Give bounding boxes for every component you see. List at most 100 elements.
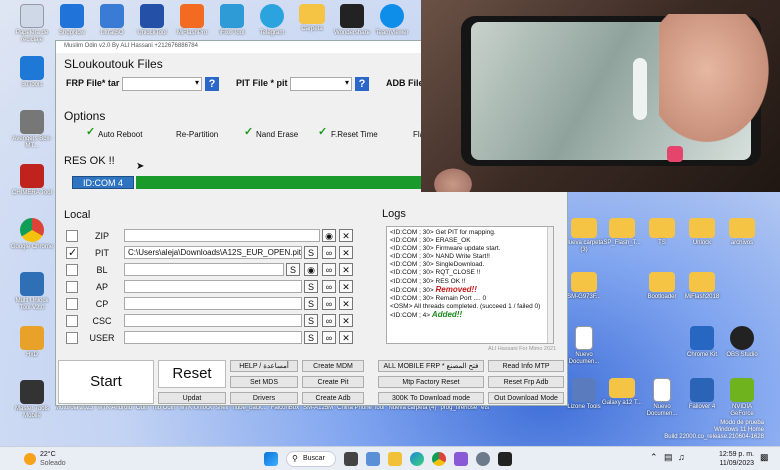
desktop-icon-folder-unlock[interactable]: Unlock bbox=[680, 218, 724, 247]
csc-path-field[interactable] bbox=[124, 314, 302, 327]
desktop-file-label[interactable]: Nueva carpeta (4) bbox=[388, 405, 436, 415]
desktop-icon-unlocktool[interactable]: UnlockTool bbox=[130, 4, 174, 37]
windows-start-icon[interactable] bbox=[264, 452, 278, 466]
desktop-icon-hxd[interactable]: HxD bbox=[10, 326, 54, 359]
desktop-icon-folder-bootloader[interactable]: Bootloader bbox=[640, 272, 684, 301]
desktop-file-label[interactable]: MTK Android bbox=[97, 405, 132, 415]
desktop-icon-ultraiso[interactable]: UltraISO bbox=[90, 4, 134, 37]
bl-path-field[interactable] bbox=[124, 263, 284, 276]
cp-path-field[interactable] bbox=[124, 297, 302, 310]
volume-icon[interactable]: ♫ bbox=[678, 452, 685, 462]
frp-help-button[interactable]: ? bbox=[205, 77, 219, 91]
cp-link-button[interactable]: ∞ bbox=[322, 297, 336, 310]
reset-button[interactable]: Reset bbox=[158, 360, 226, 388]
csc-checkbox[interactable] bbox=[66, 315, 78, 327]
pit-clear-button[interactable]: ✕ bbox=[339, 246, 353, 259]
desktop-icon-galaxy[interactable]: Galaxy a12 T... bbox=[600, 378, 644, 407]
all-mobile-frp-button[interactable]: ALL MOBILE FRP * فتح المصنع bbox=[378, 360, 484, 372]
desktop-icon-miflash[interactable]: MiFlashPro bbox=[170, 4, 214, 37]
task-view-icon[interactable] bbox=[344, 452, 358, 466]
option-repartition[interactable]: Re-Partition bbox=[176, 130, 218, 139]
desktop-icon-chromekit[interactable]: Chrome Kit bbox=[680, 326, 724, 359]
chrome-taskbar-icon[interactable] bbox=[432, 452, 446, 466]
desktop-file-label[interactable]: MTK Unlock bbox=[179, 405, 212, 415]
bl-target-button[interactable]: ◉ bbox=[304, 263, 318, 276]
desktop-icon-ifixit[interactable]: iFixit Tool bbox=[210, 4, 254, 37]
cp-clear-button[interactable]: ✕ bbox=[339, 297, 353, 310]
zip-target-button[interactable]: ◉ bbox=[322, 229, 336, 242]
desktop-file-label[interactable]: FalconBox bbox=[271, 405, 299, 415]
bl-checkbox[interactable] bbox=[66, 264, 78, 276]
user-checkbox[interactable] bbox=[66, 332, 78, 344]
csc-link-button[interactable]: ∞ bbox=[322, 314, 336, 327]
desktop-icon-doc-nuevo2[interactable]: Nuevo Documen... bbox=[640, 378, 684, 418]
desktop-icon-folder-miflash[interactable]: MiFlash2018 bbox=[680, 272, 724, 301]
desktop-icon-nvidia[interactable]: NVIDIA GeForce bbox=[720, 378, 764, 418]
edge-icon[interactable] bbox=[410, 452, 424, 466]
desktop-file-label[interactable]: Odin bbox=[136, 405, 149, 415]
desktop-file-label[interactable]: prog_firehose bbox=[440, 405, 477, 415]
desktop-icon-folder[interactable]: Carpeta bbox=[290, 4, 334, 33]
zip-checkbox[interactable] bbox=[66, 230, 78, 242]
desktop-icon-avengers[interactable]: Avengers Box-MT... bbox=[10, 110, 54, 150]
ap-checkbox[interactable] bbox=[66, 281, 78, 293]
zip-clear-button[interactable]: ✕ bbox=[339, 229, 353, 242]
desktop-icon-chrome[interactable]: Google Chrome bbox=[10, 218, 54, 251]
desktop-file-label[interactable]: shell bbox=[216, 405, 228, 415]
cp-swap-button[interactable]: S bbox=[304, 297, 318, 310]
out-download-mode-button[interactable]: Out Download Mode bbox=[488, 392, 564, 404]
start-button[interactable]: Start bbox=[58, 360, 154, 404]
desktop-icon-multiunlock[interactable]: Multi Unlock Tool V2.0 bbox=[10, 272, 54, 312]
option-nand-erase[interactable]: Nand Erase bbox=[256, 130, 298, 139]
desktop-file-label[interactable]: Motorola 2023 bbox=[55, 405, 93, 415]
desktop-icon-teamviewer[interactable]: TeamViewer bbox=[370, 4, 414, 37]
desktop-icon-folder-sm[interactable]: SM-G973F... bbox=[562, 272, 606, 301]
read-info-mtp-button[interactable]: Read Info MTP bbox=[488, 360, 564, 372]
file-explorer-icon[interactable] bbox=[388, 452, 402, 466]
user-clear-button[interactable]: ✕ bbox=[339, 331, 353, 344]
search-box[interactable]: ⚲ Buscar bbox=[286, 451, 336, 467]
bl-link-button[interactable]: ∞ bbox=[322, 263, 336, 276]
desktop-file-label[interactable]: China Phone Tool bbox=[337, 405, 384, 415]
option-auto-reboot[interactable]: Auto Reboot bbox=[98, 130, 142, 139]
desktop-icon-folder-archivos[interactable]: archivos bbox=[720, 218, 764, 247]
desktop-file-label[interactable]: ets bbox=[481, 405, 489, 415]
pit-path-field[interactable]: C:\Users\aleja\Downloads\A12S_EUR_OPEN.p… bbox=[124, 246, 302, 259]
desktop-icon-3utools[interactable]: 3uTools bbox=[10, 56, 54, 89]
cp-checkbox[interactable] bbox=[66, 298, 78, 310]
help-button[interactable]: HELP / أمساعدة bbox=[230, 360, 298, 372]
desktop-icon-folder-spflash[interactable]: SP_Flash_T... bbox=[600, 218, 644, 247]
drivers-button[interactable]: Drivers bbox=[230, 392, 298, 404]
ap-clear-button[interactable]: ✕ bbox=[339, 280, 353, 293]
create-mdm-button[interactable]: Create MDM bbox=[302, 360, 364, 372]
ap-path-field[interactable] bbox=[124, 280, 302, 293]
reset-frp-adb-button[interactable]: Reset Frp Adb bbox=[488, 376, 564, 388]
bl-clear-button[interactable]: ✕ bbox=[339, 263, 353, 276]
odin-taskbar-icon[interactable] bbox=[498, 452, 512, 466]
desktop-file-label[interactable]: nube_back... bbox=[232, 405, 266, 415]
create-adb-button[interactable]: Create Adb bbox=[302, 392, 364, 404]
option-freset-time[interactable]: F.Reset Time bbox=[331, 130, 378, 139]
user-swap-button[interactable]: S bbox=[304, 331, 318, 344]
desktop-icon-telegram[interactable]: Telegram bbox=[250, 4, 294, 37]
log-scrollbar[interactable] bbox=[547, 227, 553, 343]
mtp-factory-reset-button[interactable]: Mtp Factory Reset bbox=[378, 376, 484, 388]
desktop-file-label[interactable]: mb Odin bbox=[153, 405, 176, 415]
app-taskbar-icon[interactable] bbox=[454, 452, 468, 466]
create-pit-button[interactable]: Create Pit bbox=[302, 376, 364, 388]
updat-button[interactable]: Updat bbox=[158, 392, 226, 404]
bl-swap-button[interactable]: S bbox=[286, 263, 300, 276]
desktop-icon-shopnow[interactable]: ShopNow bbox=[50, 4, 94, 37]
network-icon[interactable]: ▤ bbox=[664, 452, 673, 463]
desktop-icon-recycle-bin[interactable]: Papelera de reciclaje bbox=[10, 4, 54, 44]
csc-clear-button[interactable]: ✕ bbox=[339, 314, 353, 327]
user-link-button[interactable]: ∞ bbox=[322, 331, 336, 344]
desktop-icon-obs[interactable]: OBS Studio bbox=[720, 326, 764, 359]
set-mds-button[interactable]: Set MDS bbox=[230, 376, 298, 388]
desktop-icon-folder-ts[interactable]: TS bbox=[640, 218, 684, 247]
pit-swap-button[interactable]: S bbox=[304, 246, 318, 259]
desktop-icon-doc-nuevo[interactable]: Nuevo Documen... bbox=[562, 326, 606, 366]
csc-swap-button[interactable]: S bbox=[304, 314, 318, 327]
300k-download-button[interactable]: 300K To Download mode bbox=[378, 392, 484, 404]
zip-path-field[interactable] bbox=[124, 229, 320, 242]
